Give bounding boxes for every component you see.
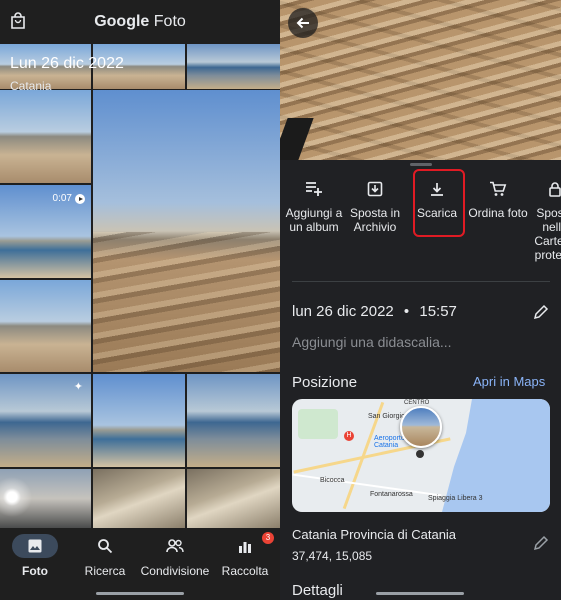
photo-thumbnail[interactable]: ✦ <box>0 374 91 467</box>
nav-item-foto[interactable]: Foto <box>0 534 70 578</box>
gesture-bar[interactable] <box>96 592 184 595</box>
archive-icon <box>367 181 383 197</box>
map-label: CENTRO <box>404 400 430 406</box>
video-thumbnail[interactable]: 0:07 <box>0 185 91 278</box>
edit-location-icon[interactable] <box>533 535 549 551</box>
nav-item-ricerca[interactable]: Ricerca <box>70 534 140 578</box>
photo-details-panel: Aggiungi a un album Sposta in Archivio S… <box>280 0 561 600</box>
back-button[interactable] <box>288 8 318 38</box>
map-label: Spiaggia Libera 3 <box>428 495 483 502</box>
brand-product: Foto <box>153 13 186 30</box>
photo-thumbnail[interactable] <box>187 44 280 89</box>
photo-icon <box>28 539 42 553</box>
order-photos-button[interactable]: Ordina foto <box>467 178 529 220</box>
lock-icon <box>549 182 561 197</box>
sparkle-icon: ✦ <box>73 381 83 393</box>
place-name: Catania Provincia di Catania <box>292 527 457 542</box>
nav-item-condivisione[interactable]: Condivisione <box>140 534 210 578</box>
play-icon <box>75 193 85 204</box>
bottom-navigation: Foto Ricerca Condivisione 3 Raccolta <box>0 528 280 600</box>
photo-datetime: lun 26 dic 2022 • 15:57 <box>292 303 457 320</box>
map-label: Fontanarossa <box>370 491 413 498</box>
gesture-bar[interactable] <box>376 592 464 595</box>
action-label: Sposta in Archivio <box>349 206 401 234</box>
photos-app-panel: Google Foto 0:07 ✦ Lun 26 dic 2022 Catan… <box>0 0 280 600</box>
video-duration-label: 0:07 <box>52 193 72 204</box>
map-photo-pin[interactable] <box>400 406 442 448</box>
sheet-handle[interactable] <box>410 163 432 166</box>
action-label: Aggiungi a un album <box>285 206 343 234</box>
app-brand-title: Google Foto <box>0 13 280 31</box>
map-label: San Giorgio <box>368 413 405 420</box>
brand-google: Google <box>94 13 150 30</box>
photo-thumbnail[interactable] <box>93 469 185 528</box>
download-highlight-box <box>413 169 465 237</box>
cart-icon <box>490 181 507 196</box>
date-group-location: Catania <box>10 79 52 93</box>
nav-label: Raccolta <box>221 564 269 578</box>
app-top-bar: Google Foto <box>0 0 280 44</box>
action-label: Ordina foto <box>468 206 528 220</box>
photo-thumbnail-large[interactable] <box>93 90 280 372</box>
video-duration: 0:07 <box>53 193 85 204</box>
photo-time: 15:57 <box>419 303 457 320</box>
photo-thumbnail[interactable] <box>0 90 91 183</box>
photo-thumbnail[interactable] <box>93 374 185 467</box>
search-icon <box>98 539 113 554</box>
add-to-album-button[interactable]: Aggiungi a un album <box>283 178 345 234</box>
nav-label: Ricerca <box>84 564 126 578</box>
nav-label: Foto <box>22 564 48 578</box>
location-map[interactable]: San Giorgio CENTRO H Aeroporto di Catani… <box>292 399 550 512</box>
date-group-header: Lun 26 dic 2022 <box>10 55 124 72</box>
arrow-back-icon <box>296 17 309 29</box>
action-label: Sposta nella Cartella protetta <box>534 206 561 262</box>
edit-datetime-icon[interactable] <box>533 304 549 320</box>
position-title: Posizione <box>292 374 358 391</box>
photo-thumbnail[interactable] <box>0 280 91 372</box>
photo-preview[interactable] <box>280 0 561 160</box>
photo-thumbnail[interactable] <box>0 469 91 528</box>
photo-grid: 0:07 ✦ <box>0 44 280 528</box>
datetime-separator: • <box>403 303 410 320</box>
archive-button[interactable]: Sposta in Archivio <box>344 178 406 234</box>
caption-input[interactable]: Aggiungi una didascalia... <box>292 334 452 350</box>
hospital-marker-icon: H <box>344 431 354 441</box>
open-in-maps-link[interactable]: Apri in Maps <box>473 374 545 389</box>
nav-item-raccolta[interactable]: 3 Raccolta <box>210 532 280 578</box>
place-coordinates: 37,474, 15,085 <box>292 549 373 563</box>
add-to-playlist-icon <box>306 182 322 196</box>
divider <box>292 281 550 282</box>
people-icon <box>166 539 184 553</box>
locked-folder-button[interactable]: Sposta nella Cartella protetta <box>524 178 561 262</box>
nav-label: Condivisione <box>140 564 210 578</box>
details-title: Dettagli <box>292 582 343 599</box>
photo-date: lun 26 dic 2022 <box>292 303 394 320</box>
library-icon <box>239 542 251 553</box>
photo-thumbnail[interactable] <box>187 374 280 467</box>
notification-badge: 3 <box>262 532 274 544</box>
map-label: Bicocca <box>320 477 345 484</box>
photo-thumbnail[interactable] <box>187 469 280 528</box>
map-pin-dot <box>416 450 424 458</box>
